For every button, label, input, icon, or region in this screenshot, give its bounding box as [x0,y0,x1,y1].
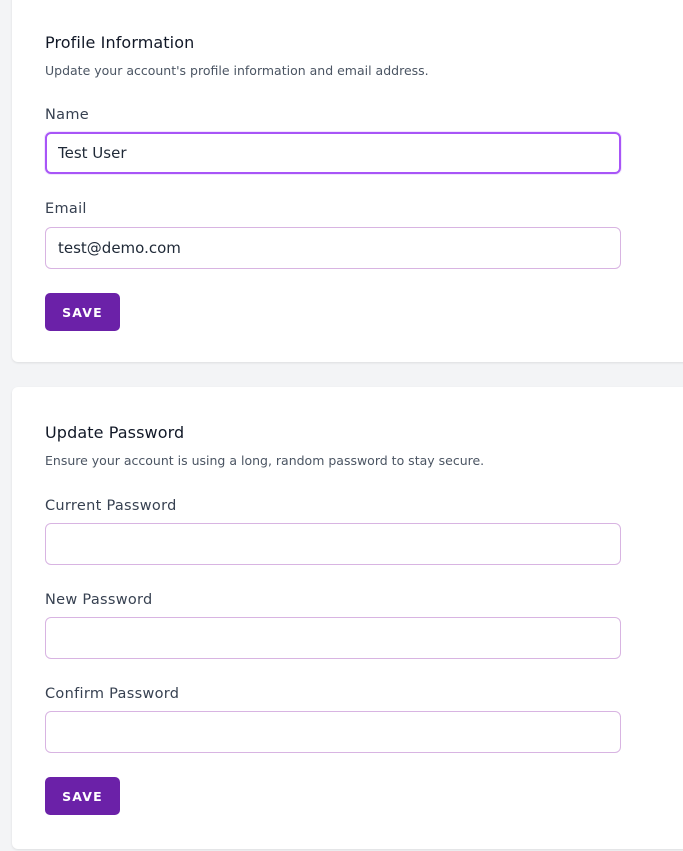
password-form: Update Password Ensure your account is u… [45,387,621,849]
update-password-card: Update Password Ensure your account is u… [12,387,683,849]
current-password-input[interactable] [45,523,621,565]
confirm-password-input[interactable] [45,711,621,753]
email-input[interactable] [45,227,621,269]
confirm-password-label: Confirm Password [45,686,180,702]
new-password-input[interactable] [45,617,621,659]
profile-form: Profile Information Update your account'… [45,0,621,362]
profile-section-description: Update your account's profile informatio… [45,63,429,78]
profile-save-button[interactable]: SAVE [45,293,120,331]
profile-section-title: Profile Information [45,33,195,52]
email-label: Email [45,201,87,217]
new-password-label: New Password [45,592,153,608]
password-section-title: Update Password [45,423,185,442]
name-label: Name [45,107,89,123]
current-password-label: Current Password [45,498,177,514]
password-save-button[interactable]: SAVE [45,777,120,815]
profile-information-card: Profile Information Update your account'… [12,0,683,362]
name-input[interactable] [45,132,621,174]
password-section-description: Ensure your account is using a long, ran… [45,453,485,468]
